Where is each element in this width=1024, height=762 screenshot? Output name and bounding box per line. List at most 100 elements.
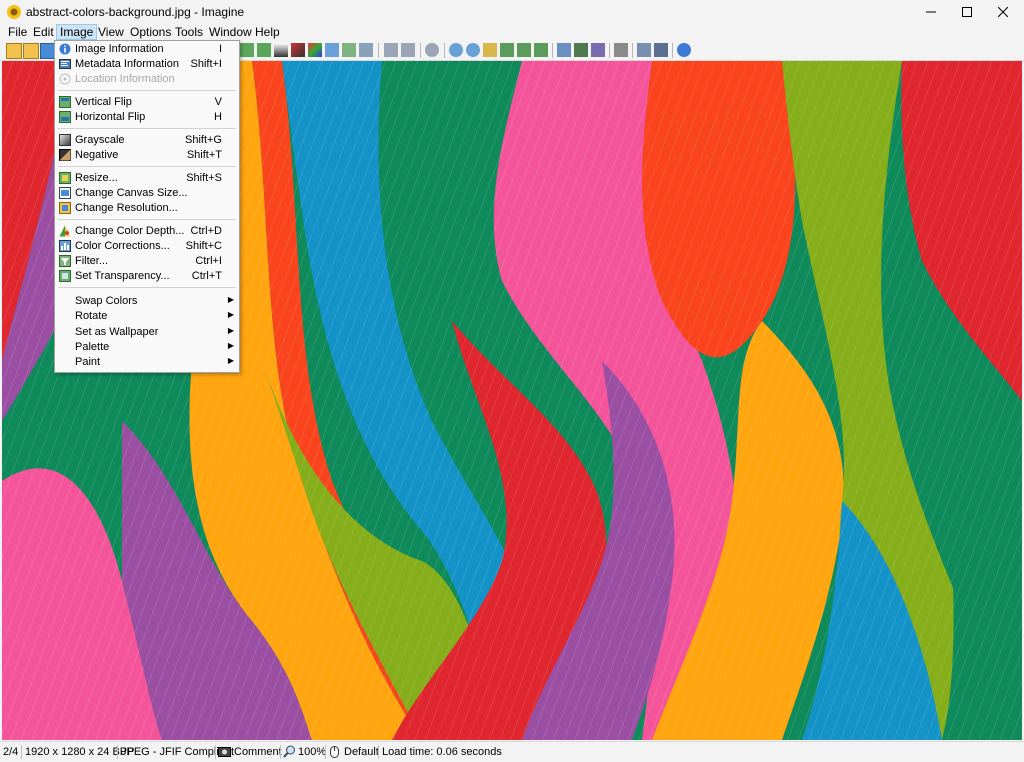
- menu-item-paint[interactable]: Paint ▶: [55, 355, 239, 370]
- zoom-magnifier-icon: [283, 745, 295, 758]
- zoom-in-icon[interactable]: [449, 43, 463, 57]
- menu-item-swap-colors[interactable]: Swap Colors ▶: [55, 294, 239, 309]
- menu-separator: [58, 90, 236, 91]
- submenu-arrow-icon: ▶: [227, 326, 234, 335]
- zoom-fit-icon[interactable]: [483, 43, 497, 57]
- info-icon: [59, 43, 71, 55]
- menu-item-filter[interactable]: Filter... Ctrl+I: [55, 254, 239, 269]
- menu-item-image-information[interactable]: Image Information I: [55, 42, 239, 57]
- status-separator: [378, 745, 379, 759]
- transparency-tool-icon[interactable]: [359, 43, 373, 57]
- menu-item-set-as-wallpaper[interactable]: Set as Wallpaper ▶: [55, 325, 239, 340]
- menu-view[interactable]: View: [95, 25, 127, 39]
- toolbar-separator: [444, 43, 445, 58]
- menu-item-location-information: Location Information: [55, 72, 239, 87]
- menu-bar: File Edit Image View Options Tools Windo…: [0, 24, 1024, 41]
- menu-separator: [58, 219, 236, 220]
- plugins-icon[interactable]: [654, 43, 668, 57]
- menu-window[interactable]: Window: [206, 25, 255, 39]
- comment-label[interactable]: Comment: [234, 746, 282, 758]
- menu-image[interactable]: Image: [55, 24, 98, 40]
- status-separator: [325, 745, 326, 759]
- submenu-arrow-icon: ▶: [227, 310, 234, 319]
- title-bar: abstract-colors-background.jpg - Imagine: [0, 0, 1024, 24]
- slideshow-icon[interactable]: [557, 43, 571, 57]
- status-separator: [280, 745, 281, 759]
- toolbar-separator: [672, 43, 673, 58]
- menu-item-change-color-depth[interactable]: Change Color Depth... Ctrl+D: [55, 224, 239, 239]
- fullscreen-icon[interactable]: [574, 43, 588, 57]
- menu-help[interactable]: Help: [252, 25, 283, 39]
- rotate-left-icon[interactable]: [384, 43, 398, 57]
- menu-separator: [58, 166, 236, 167]
- menu-item-negative[interactable]: Negative Shift+T: [55, 148, 239, 163]
- transparency-icon: [59, 270, 71, 282]
- color-depth-tool-icon[interactable]: [308, 43, 322, 57]
- page-indicator: 2/4: [3, 746, 19, 758]
- menu-item-resize[interactable]: Resize... Shift+S: [55, 171, 239, 186]
- display-mode[interactable]: Default: [344, 746, 379, 758]
- fit-height-icon[interactable]: [534, 43, 548, 57]
- status-bar: 2/4 1920 x 1280 x 24 BPP JPEG - JFIF Com…: [0, 741, 1024, 762]
- mouse-icon: [330, 746, 339, 758]
- close-button[interactable]: [980, 0, 1024, 24]
- filter-icon: [59, 255, 71, 267]
- grayscale-tool-icon[interactable]: [274, 43, 288, 57]
- vertical-flip-tool-icon[interactable]: [240, 43, 254, 57]
- canvas-size-icon: [59, 187, 71, 199]
- location-icon: [59, 73, 71, 85]
- actual-size-icon[interactable]: [500, 43, 514, 57]
- menu-item-change-resolution[interactable]: Change Resolution...: [55, 201, 239, 216]
- filter-tool-icon[interactable]: [342, 43, 356, 57]
- close-icon: [998, 7, 1008, 17]
- status-separator: [215, 745, 216, 759]
- toolbar-separator: [378, 43, 379, 58]
- status-separator: [117, 745, 118, 759]
- wallpaper-icon[interactable]: [591, 43, 605, 57]
- fit-width-icon[interactable]: [517, 43, 531, 57]
- new-icon[interactable]: [6, 43, 22, 59]
- batch-icon[interactable]: [637, 43, 651, 57]
- resolution-icon: [59, 202, 71, 214]
- image-menu-dropdown: Image Information I Metadata Information…: [54, 40, 240, 373]
- open-folder-icon[interactable]: [23, 43, 39, 59]
- menu-item-color-corrections[interactable]: Color Corrections... Shift+C: [55, 239, 239, 254]
- menu-item-vertical-flip[interactable]: Vertical Flip V: [55, 95, 239, 110]
- negative-tool-icon[interactable]: [291, 43, 305, 57]
- settings-wrench-icon[interactable]: [614, 43, 628, 57]
- toolbar-separator: [609, 43, 610, 58]
- refresh-icon[interactable]: [425, 43, 439, 57]
- load-time: Load time: 0.06 seconds: [382, 746, 502, 758]
- zoom-level[interactable]: 100%: [298, 746, 326, 758]
- horizontal-flip-icon: [59, 111, 71, 123]
- toolbar-separator: [420, 43, 421, 58]
- submenu-arrow-icon: ▶: [227, 341, 234, 350]
- menu-tools[interactable]: Tools: [172, 25, 206, 39]
- menu-item-rotate[interactable]: Rotate ▶: [55, 309, 239, 324]
- negative-icon: [59, 149, 71, 161]
- color-corrections-tool-icon[interactable]: [325, 43, 339, 57]
- horizontal-flip-tool-icon[interactable]: [257, 43, 271, 57]
- image-dimensions: 1920 x 1280 x 24 BPP: [25, 746, 135, 758]
- metadata-icon: [59, 59, 71, 69]
- zoom-out-icon[interactable]: [466, 43, 480, 57]
- menu-separator: [58, 128, 236, 129]
- grayscale-icon: [59, 134, 71, 146]
- menu-edit[interactable]: Edit: [30, 25, 57, 39]
- menu-item-change-canvas-size[interactable]: Change Canvas Size...: [55, 186, 239, 201]
- menu-file[interactable]: File: [5, 25, 30, 39]
- menu-item-grayscale[interactable]: Grayscale Shift+G: [55, 133, 239, 148]
- maximize-icon: [962, 7, 972, 17]
- menu-item-metadata-information[interactable]: Metadata Information Shift+I: [55, 57, 239, 72]
- imagine-sunflower-icon: [7, 5, 21, 19]
- toolbar-separator: [632, 43, 633, 58]
- window-title: abstract-colors-background.jpg - Imagine: [26, 5, 245, 19]
- menu-item-horizontal-flip[interactable]: Horizontal Flip H: [55, 110, 239, 125]
- rotate-right-icon[interactable]: [401, 43, 415, 57]
- menu-item-set-transparency[interactable]: Set Transparency... Ctrl+T: [55, 269, 239, 284]
- menu-item-palette[interactable]: Palette ▶: [55, 340, 239, 355]
- minimize-icon: [926, 11, 936, 13]
- vertical-flip-icon: [59, 96, 71, 108]
- help-icon[interactable]: [677, 43, 691, 57]
- menu-options[interactable]: Options: [127, 25, 174, 39]
